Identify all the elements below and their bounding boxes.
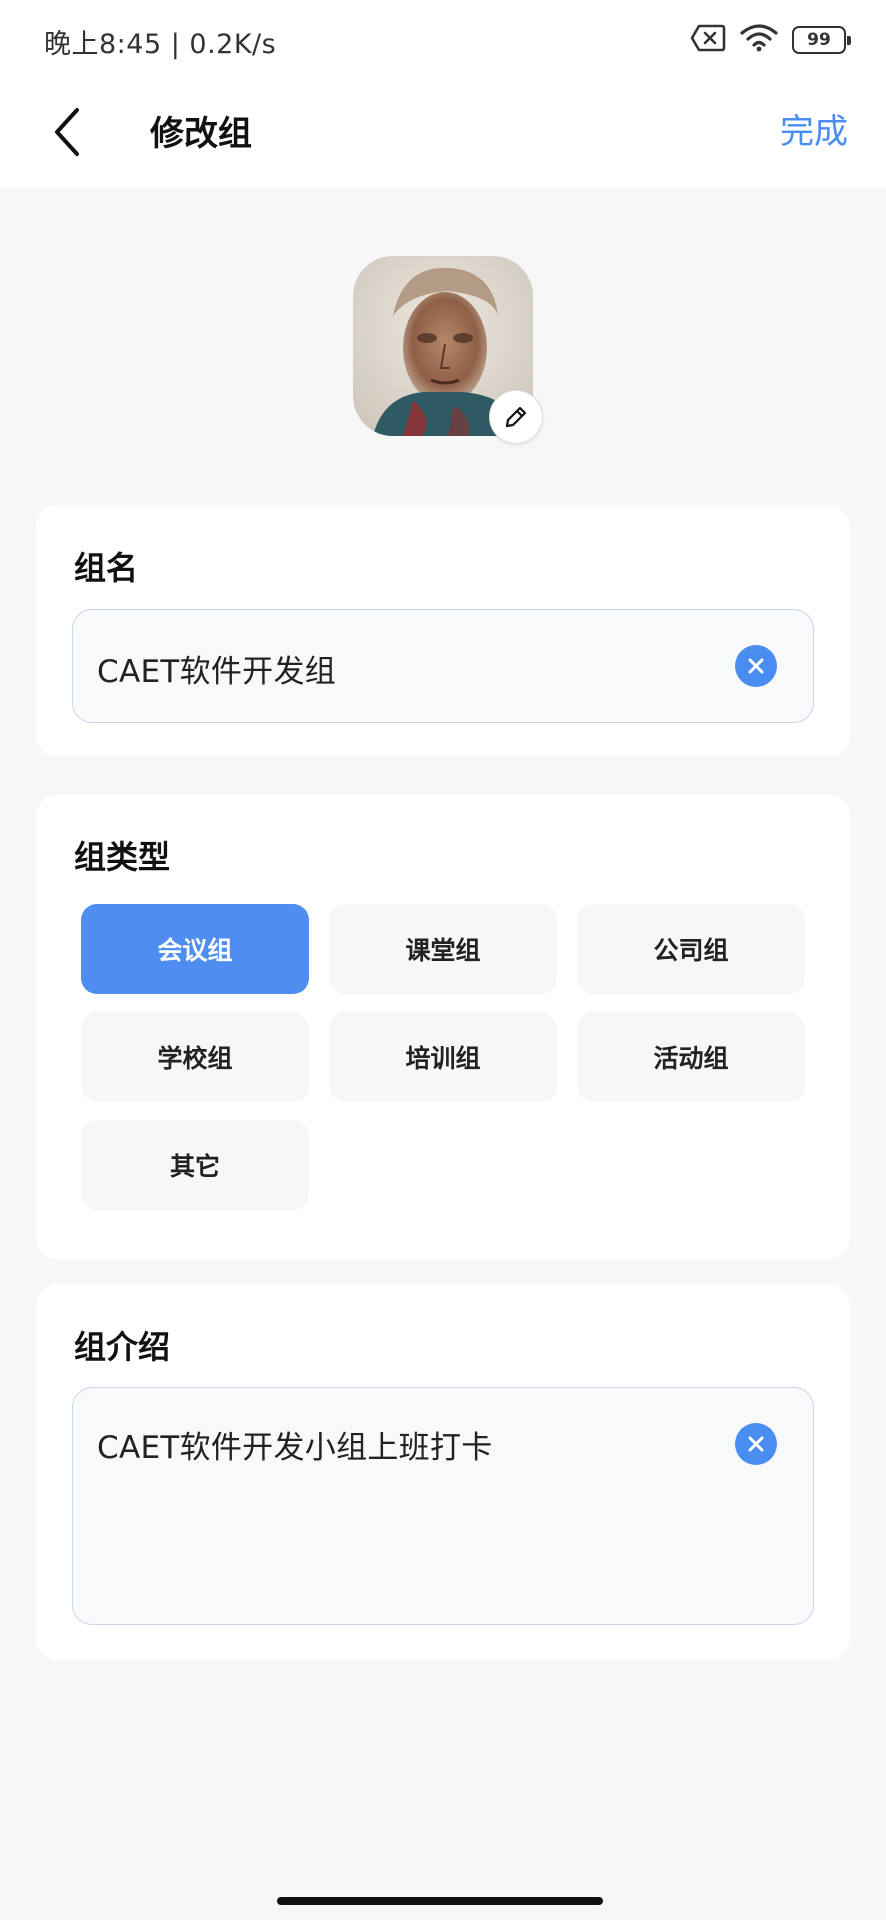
close-icon xyxy=(748,658,764,674)
pencil-icon xyxy=(505,406,527,428)
chip-training-group[interactable]: 培训组 xyxy=(329,1012,557,1102)
page-title: 修改组 xyxy=(150,114,252,154)
chip-activity-group[interactable]: 活动组 xyxy=(577,1012,805,1102)
done-button[interactable]: 完成 xyxy=(780,104,848,153)
chip-company-group[interactable]: 公司组 xyxy=(577,904,805,994)
group-intro-field[interactable]: CAET软件开发小组上班打卡 xyxy=(72,1387,814,1625)
status-time: 晚上8:45 | 0.2K/s xyxy=(44,29,277,60)
chip-classroom-group[interactable]: 课堂组 xyxy=(329,904,557,994)
clear-group-name-button[interactable] xyxy=(735,645,777,687)
chip-meeting-group[interactable]: 会议组 xyxy=(81,904,309,994)
group-type-card: 组类型 会议组 课堂组 公司组 学校组 培训组 活动组 其它 xyxy=(36,794,850,1259)
group-type-label: 组类型 xyxy=(74,838,171,876)
clear-group-intro-button[interactable] xyxy=(735,1423,777,1465)
chip-school-group[interactable]: 学校组 xyxy=(81,1012,309,1102)
group-name-label: 组名 xyxy=(74,549,139,587)
group-intro-value: CAET软件开发小组上班打卡 xyxy=(97,1430,493,1466)
nav-bar: 修改组 完成 xyxy=(0,76,886,188)
group-intro-label: 组介绍 xyxy=(74,1328,171,1366)
wifi-icon xyxy=(740,24,778,56)
group-name-card: 组名 CAET软件开发组 xyxy=(36,505,850,757)
status-icons: 99 xyxy=(690,24,851,56)
back-button[interactable] xyxy=(40,96,92,168)
home-indicator[interactable] xyxy=(277,1897,603,1905)
status-bar: 晚上8:45 | 0.2K/s 99 xyxy=(0,0,886,76)
group-avatar-container xyxy=(353,256,543,444)
battery-icon: 99 xyxy=(792,26,851,54)
group-intro-card: 组介绍 CAET软件开发小组上班打卡 xyxy=(36,1284,850,1660)
chip-other[interactable]: 其它 xyxy=(81,1120,309,1210)
group-name-value: CAET软件开发组 xyxy=(97,654,337,690)
chevron-left-icon xyxy=(55,108,79,156)
group-name-field[interactable]: CAET软件开发组 xyxy=(72,609,814,723)
close-icon xyxy=(748,1436,764,1452)
edit-avatar-button[interactable] xyxy=(489,390,543,444)
no-sim-icon xyxy=(690,24,726,56)
